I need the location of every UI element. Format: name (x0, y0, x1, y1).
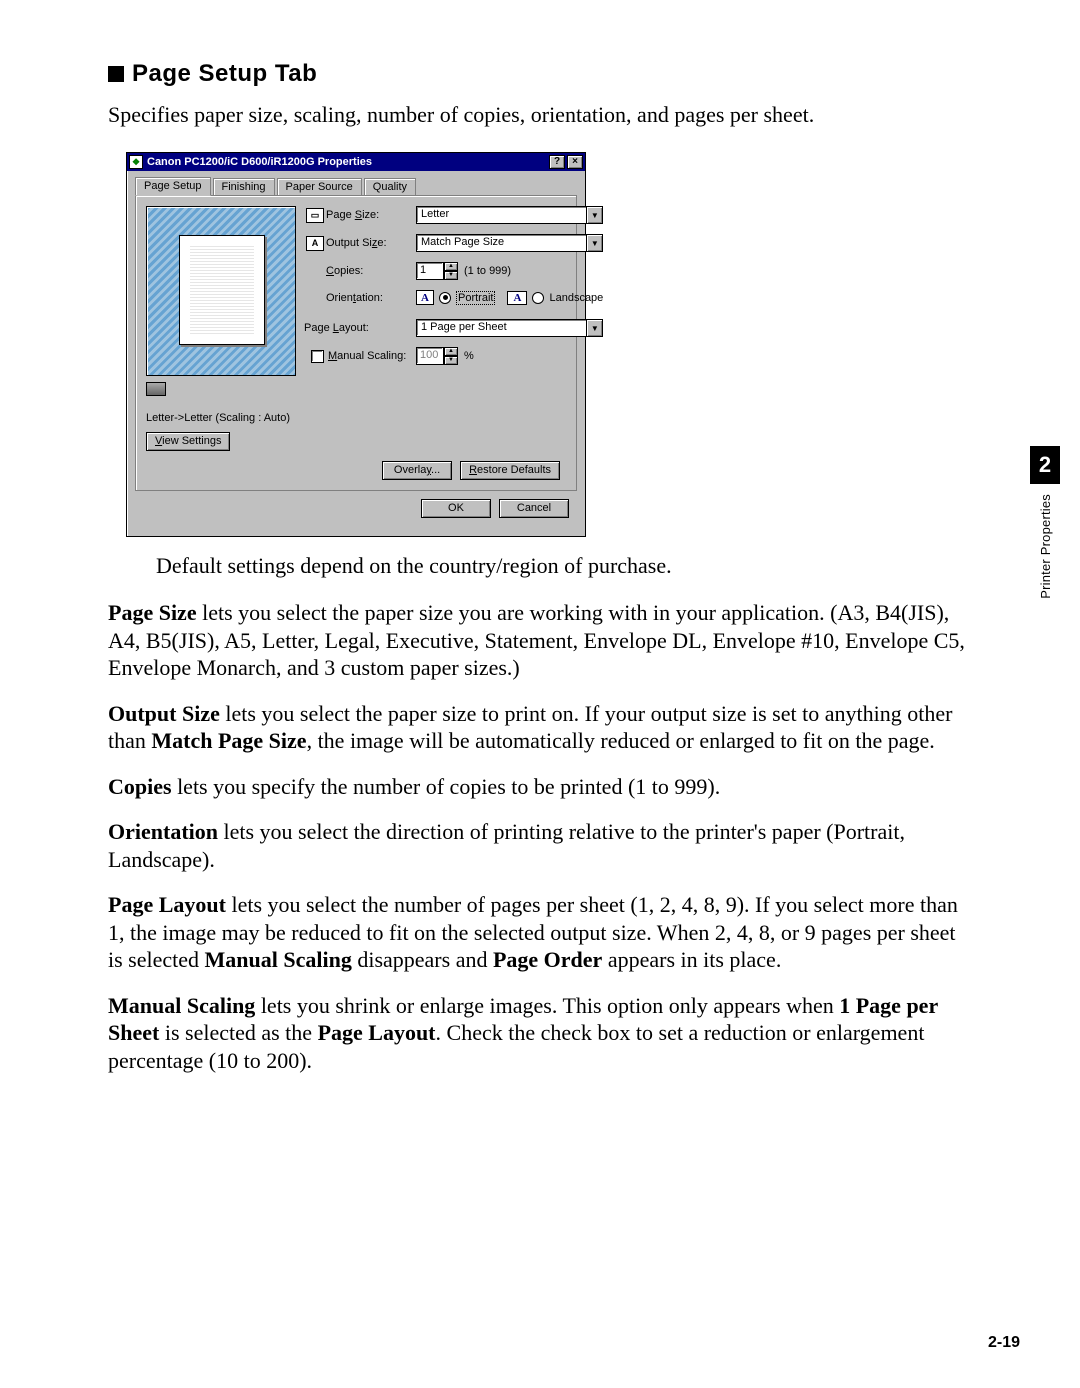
app-icon: ❖ (129, 155, 143, 169)
page-size-value: Letter (417, 207, 586, 223)
chevron-down-icon[interactable]: ▼ (586, 320, 602, 336)
spin-down-icon[interactable]: ▼ (444, 271, 458, 280)
tab-label: Finishing (222, 181, 266, 193)
term-output-size: Output Size (108, 701, 220, 726)
chapter-number: 2 (1030, 446, 1060, 484)
para-output-size: Output Size lets you select the paper si… (108, 700, 972, 755)
side-chapter-tab: 2 Printer Properties (1030, 446, 1060, 599)
term-page-order: Page Order (493, 947, 602, 972)
term-manual-scaling-2: Manual Scaling (108, 993, 255, 1018)
tab-strip: Page Setup Finishing Paper Source Qualit… (135, 177, 577, 196)
tab-paper-source[interactable]: Paper Source (277, 178, 362, 196)
para-page-size: Page Size lets you select the paper size… (108, 599, 972, 682)
default-note: Default settings depend on the country/r… (156, 553, 972, 579)
term-match-page-size: Match Page Size (151, 728, 306, 753)
para-orientation: Orientation lets you select the directio… (108, 818, 972, 873)
term-page-size: Page Size (108, 600, 197, 625)
manual-scaling-value: 100 (416, 347, 444, 365)
para-manual-scaling: Manual Scaling lets you shrink or enlarg… (108, 992, 972, 1075)
spin-up-icon[interactable]: ▲ (444, 262, 458, 271)
chapter-label: Printer Properties (1038, 494, 1053, 599)
para-page-size-rest: lets you select the paper size you are w… (108, 600, 965, 680)
help-button[interactable]: ? (549, 155, 565, 169)
copies-spinner[interactable]: 1 ▲▼ (416, 262, 458, 280)
orientation-landscape-label: Landscape (549, 292, 603, 304)
landscape-icon: A (507, 291, 527, 305)
page-preview (146, 206, 296, 376)
tab-finishing[interactable]: Finishing (213, 178, 275, 196)
manual-scaling-spinner: 100 ▲▼ (416, 347, 458, 365)
para-layout-mid3: appears in its place. (602, 947, 781, 972)
overlay-button[interactable]: Overlay... (382, 461, 452, 480)
tray-icon (146, 382, 166, 396)
restore-defaults-button[interactable]: Restore Defaults (460, 461, 560, 480)
tab-page-setup[interactable]: Page Setup (135, 177, 211, 196)
tab-label: Quality (373, 181, 407, 193)
copies-range: (1 to 999) (464, 265, 511, 277)
page-size-label: Page Size: (326, 209, 416, 221)
para-orientation-rest: lets you select the direction of printin… (108, 819, 905, 872)
page-layout-combo[interactable]: 1 Page per Sheet ▼ (416, 319, 603, 337)
dialog-titlebar: ❖ Canon PC1200/iC D600/iR1200G Propertie… (127, 153, 585, 171)
para-page-layout: Page Layout lets you select the number o… (108, 891, 972, 974)
cancel-button[interactable]: Cancel (499, 499, 569, 518)
orientation-group: A Portrait A Landscape (416, 290, 603, 305)
heading-text: Page Setup Tab (132, 60, 317, 87)
portrait-icon: A (416, 290, 434, 305)
term-copies: Copies (108, 774, 172, 799)
spin-up-icon: ▲ (444, 347, 458, 356)
manual-scaling-unit: % (464, 350, 474, 362)
term-manual-scaling: Manual Scaling (205, 947, 352, 972)
term-page-layout-2: Page Layout (318, 1020, 436, 1045)
tab-label: Paper Source (286, 181, 353, 193)
manual-scaling-label: Manual Scaling: (328, 350, 416, 362)
page-size-combo[interactable]: Letter ▼ (416, 206, 603, 224)
copies-value[interactable]: 1 (416, 262, 444, 280)
page-layout-value: 1 Page per Sheet (417, 320, 586, 336)
chevron-down-icon[interactable]: ▼ (586, 235, 602, 251)
output-size-icon: A (306, 236, 324, 251)
orientation-landscape-radio[interactable] (532, 292, 544, 304)
tab-quality[interactable]: Quality (364, 178, 416, 196)
close-button[interactable]: × (567, 155, 583, 169)
lead-paragraph: Specifies paper size, scaling, number of… (108, 102, 972, 128)
heading-bullet-icon (108, 66, 124, 82)
page-number: 2-19 (988, 1334, 1020, 1352)
properties-dialog: ❖ Canon PC1200/iC D600/iR1200G Propertie… (126, 152, 586, 537)
para-layout-mid2: disappears and (352, 947, 493, 972)
chevron-down-icon[interactable]: ▼ (586, 207, 602, 223)
orientation-label: Orientation: (326, 292, 416, 304)
spin-down-icon: ▼ (444, 356, 458, 365)
preview-status-text: Letter->Letter (Scaling : Auto) (146, 412, 296, 424)
para-manual-mid2: is selected as the (159, 1020, 317, 1045)
ok-button[interactable]: OK (421, 499, 491, 518)
para-output-mid2: , the image will be automatically reduce… (307, 728, 935, 753)
para-copies-rest: lets you specify the number of copies to… (172, 774, 721, 799)
manual-scaling-checkbox[interactable] (311, 350, 324, 363)
copies-label: Copies: (326, 265, 416, 277)
page-layout-label: Page Layout: (304, 322, 416, 334)
output-size-value: Match Page Size (417, 235, 586, 251)
orientation-portrait-label: Portrait (456, 291, 495, 305)
dialog-title: Canon PC1200/iC D600/iR1200G Properties (147, 156, 547, 168)
section-heading: Page Setup Tab (108, 60, 972, 88)
para-copies: Copies lets you specify the number of co… (108, 773, 972, 801)
para-manual-mid1: lets you shrink or enlarge images. This … (255, 993, 839, 1018)
term-page-layout: Page Layout (108, 892, 226, 917)
page-size-icon: ▭ (306, 208, 324, 223)
orientation-portrait-radio[interactable] (439, 292, 451, 304)
tab-page-setup-content: Letter->Letter (Scaling : Auto) View Set… (135, 195, 577, 491)
tab-label: Page Setup (144, 180, 202, 192)
term-orientation: Orientation (108, 819, 218, 844)
output-size-label: Output Size: (326, 237, 416, 249)
view-settings-button[interactable]: View Settings (146, 432, 230, 451)
output-size-combo[interactable]: Match Page Size ▼ (416, 234, 603, 252)
